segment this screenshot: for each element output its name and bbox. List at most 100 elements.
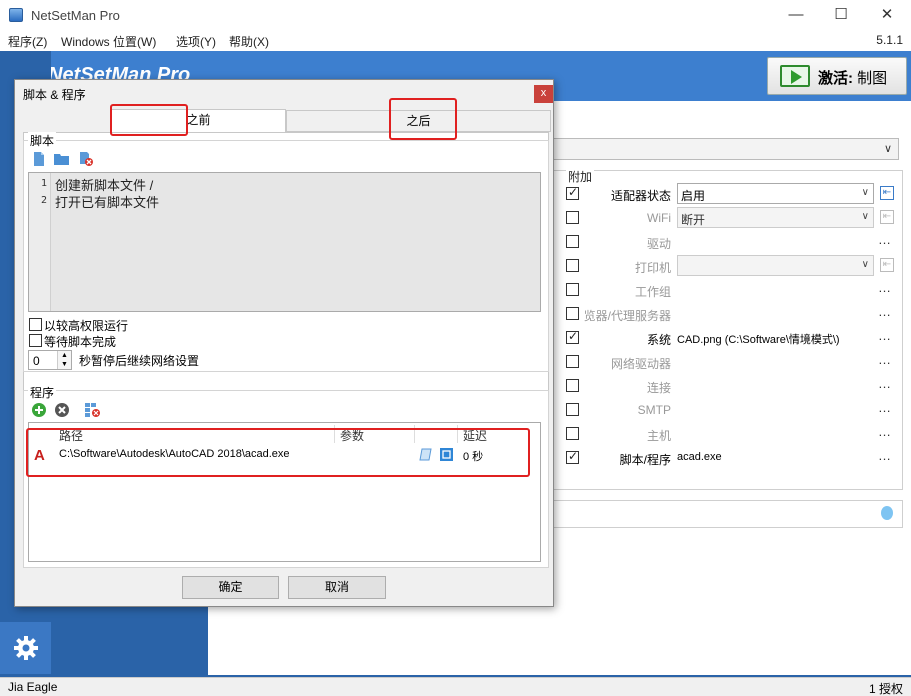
addon-row-workgroup: 工作组… — [553, 279, 903, 301]
status-bar: Jia Eagle 1 授权 — [0, 677, 911, 696]
ok-button[interactable]: 确定 — [182, 576, 279, 599]
printer-select[interactable]: ∨ — [677, 255, 874, 276]
adapter-state-select[interactable]: 启用 ∨ — [677, 183, 874, 204]
smtp-label: SMTP — [637, 403, 671, 417]
wait-complete-label: 等待脚本完成 — [44, 335, 117, 349]
menu-help[interactable]: 帮助(X) — [229, 33, 269, 50]
delete-file-icon[interactable] — [79, 152, 93, 166]
edit-params-icon[interactable] — [419, 448, 432, 461]
addon-row-network-drive: 网络驱动器 … — [553, 351, 903, 373]
browser-proxy-checkbox[interactable] — [566, 307, 579, 320]
addon-row-script-program: 脚本/程序 acad.exe … — [553, 447, 903, 469]
adapter-state-checkbox[interactable] — [566, 185, 579, 200]
activate-profile: 制图 — [853, 70, 888, 87]
addon-row-adapter-state: 适配器状态启用 ∨ ⇤ — [553, 183, 903, 205]
line-gutter — [29, 173, 51, 311]
window-mode-icon[interactable] — [440, 448, 453, 461]
script-program-checkbox[interactable] — [566, 449, 579, 464]
menu-options[interactable]: 选项(Y) — [176, 33, 216, 50]
addon-row-wifi: WiFi 断开 ∨ ⇤ — [553, 207, 903, 229]
chevron-down-icon: ∨ — [861, 187, 869, 198]
printer-apply-icon[interactable]: ⇤ — [880, 258, 894, 272]
clear-programs-icon[interactable] — [85, 403, 101, 417]
run-elevated-label: 以较高权限运行 — [44, 319, 129, 333]
menu-windows-position[interactable]: Windows 位置(W) — [61, 33, 156, 50]
pause-seconds-stepper[interactable]: 0 ▲ ▼ — [28, 350, 72, 370]
app-icon — [9, 8, 23, 22]
pause-seconds-value: 0 — [33, 354, 40, 368]
profile-dropdown[interactable]: ∨ — [553, 138, 899, 160]
workgroup-checkbox[interactable] — [566, 283, 579, 296]
driver-checkbox[interactable] — [566, 235, 579, 248]
printer-label: 打印机 — [634, 261, 671, 275]
smtp-more-button[interactable]: … — [878, 400, 892, 415]
cancel-button[interactable]: 取消 — [288, 576, 386, 599]
driver-more-button[interactable]: … — [878, 232, 892, 247]
system-more-button[interactable]: … — [878, 328, 892, 343]
menu-program[interactable]: 程序(Z) — [8, 33, 47, 50]
browser-proxy-more-button[interactable]: … — [878, 304, 892, 319]
activate-button[interactable]: 激活: 制图 — [767, 57, 907, 95]
open-folder-icon[interactable] — [54, 152, 70, 166]
addon-row-smtp: SMTP … — [553, 399, 903, 421]
wifi-label: WiFi — [647, 211, 671, 225]
remove-program-icon[interactable] — [55, 403, 69, 417]
tab-after[interactable]: 之后 — [286, 110, 551, 132]
run-elevated-checkbox[interactable] — [29, 318, 42, 331]
printer-checkbox[interactable] — [566, 259, 579, 272]
minimize-button[interactable]: — — [773, 4, 819, 26]
add-program-icon[interactable] — [32, 403, 46, 417]
smtp-checkbox[interactable] — [566, 403, 579, 416]
addon-row-system: 系统CAD.png (C:\Software\情境模式\)… — [553, 327, 903, 349]
lightbulb-icon[interactable] — [881, 506, 893, 520]
script-editor[interactable]: 1 2 创建新脚本文件 / 打开已有脚本文件 — [28, 172, 541, 312]
network-drive-checkbox[interactable] — [566, 355, 579, 368]
status-license: 1 授权 — [868, 682, 903, 696]
network-drive-more-button[interactable]: … — [878, 352, 892, 367]
title-bar: NetSetMan Pro — ☐ ✕ — [0, 0, 911, 30]
pause-seconds-label: 秒暂停后继续网络设置 — [79, 354, 200, 368]
menu-bar: 程序(Z) Windows 位置(W) 选项(Y) 帮助(X) 5.1.1 — [0, 30, 911, 51]
column-path[interactable]: 路径 — [59, 427, 83, 444]
wait-complete-checkbox[interactable] — [29, 334, 42, 347]
wifi-checkbox[interactable] — [566, 211, 579, 224]
wifi-select[interactable]: 断开 ∨ — [677, 207, 874, 228]
script-line[interactable]: 打开已有脚本文件 — [55, 192, 159, 211]
host-checkbox[interactable] — [566, 427, 579, 440]
wifi-apply-icon[interactable]: ⇤ — [880, 210, 894, 224]
program-group-title: 程序 — [28, 384, 57, 401]
play-icon — [780, 65, 810, 87]
connection-checkbox[interactable] — [566, 379, 579, 392]
adapter-state-apply-icon[interactable]: ⇤ — [880, 186, 894, 200]
host-more-button[interactable]: … — [878, 424, 892, 439]
script-program-more-button[interactable]: … — [878, 448, 892, 463]
host-label: 主机 — [646, 429, 671, 443]
spinner-arrows-icon[interactable]: ▲ ▼ — [57, 351, 71, 369]
workgroup-more-button[interactable]: … — [878, 280, 892, 295]
addon-row-connection: 连接 … — [553, 375, 903, 397]
system-checkbox[interactable] — [566, 329, 579, 344]
script-program-value: acad.exe — [677, 451, 722, 463]
window-title: NetSetMan Pro — [31, 8, 120, 23]
script-program-label: 脚本/程序 — [619, 453, 671, 467]
dialog-close-button[interactable]: x — [534, 85, 553, 103]
column-delay[interactable]: 延迟 — [463, 427, 487, 444]
network-drive-label: 网络驱动器 — [610, 357, 671, 371]
tab-before[interactable]: 之前 — [111, 109, 286, 133]
browser-proxy-label: 览器/代理服务器 — [583, 309, 671, 323]
close-button[interactable]: ✕ — [864, 4, 910, 26]
addon-row-browser-proxy: 览器/代理服务器 … — [553, 303, 903, 325]
gear-icon — [13, 636, 38, 660]
new-file-icon[interactable] — [32, 152, 46, 166]
column-params[interactable]: 参数 — [340, 427, 364, 444]
connection-more-button[interactable]: … — [878, 376, 892, 391]
driver-label: 驱动 — [646, 237, 671, 251]
program-delay: 0 秒 — [463, 451, 484, 463]
version-label[interactable]: 5.1.1 — [876, 33, 903, 47]
line-number: 2 — [40, 195, 47, 206]
chevron-down-icon: ∨ — [883, 143, 892, 155]
maximize-button[interactable]: ☐ — [818, 4, 864, 26]
chevron-down-icon: ∨ — [861, 211, 869, 222]
settings-button[interactable] — [0, 622, 51, 674]
connection-label: 连接 — [646, 381, 671, 395]
